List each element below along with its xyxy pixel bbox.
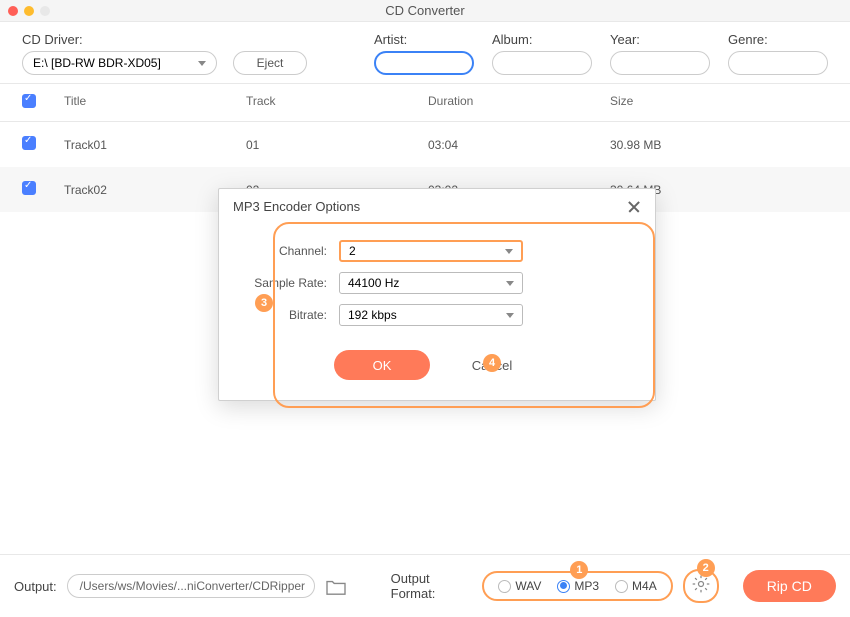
format-radio-group: 1 WAV MP3 M4A — [482, 571, 672, 601]
genre-label: Genre: — [728, 32, 828, 47]
artist-input[interactable] — [374, 51, 474, 75]
bottom-toolbar: Output: /Users/ws/Movies/...niConverter/… — [0, 554, 850, 617]
bitrate-select[interactable]: 192 kbps — [339, 304, 523, 326]
channel-select[interactable]: 2 — [339, 240, 523, 262]
window-title: CD Converter — [385, 3, 464, 18]
sample-rate-value: 44100 Hz — [348, 276, 399, 290]
window-controls — [8, 6, 50, 16]
minimize-window-icon[interactable] — [24, 6, 34, 16]
format-mp3-radio[interactable]: MP3 — [557, 579, 599, 593]
rip-cd-button[interactable]: Rip CD — [743, 570, 836, 602]
chevron-down-icon — [506, 313, 514, 318]
header-title: Title — [64, 94, 246, 111]
close-window-icon[interactable] — [8, 6, 18, 16]
year-input[interactable] — [610, 51, 710, 75]
badge-4: 4 — [483, 354, 501, 372]
channel-value: 2 — [349, 244, 356, 258]
table-row[interactable]: Track01 01 03:04 30.98 MB — [0, 122, 850, 167]
format-settings-button[interactable]: 2 — [683, 569, 719, 603]
select-all-checkbox[interactable] — [22, 94, 36, 108]
genre-input[interactable] — [728, 51, 828, 75]
header-duration: Duration — [428, 94, 610, 111]
output-path-field[interactable]: /Users/ws/Movies/...niConverter/CDRipper — [67, 574, 315, 598]
sample-rate-select[interactable]: 44100 Hz — [339, 272, 523, 294]
titlebar: CD Converter — [0, 0, 850, 22]
header-track: Track — [246, 94, 428, 111]
row-checkbox[interactable] — [22, 181, 36, 195]
cd-driver-select[interactable]: E:\ [BD-RW BDR-XD05] — [22, 51, 217, 75]
cell-size: 30.98 MB — [610, 138, 828, 152]
badge-1: 1 — [570, 561, 588, 579]
chevron-down-icon — [506, 281, 514, 286]
cell-title: Track01 — [64, 138, 246, 152]
chevron-down-icon — [198, 61, 206, 66]
encoder-options-modal: MP3 Encoder Options 3 4 Channel: 2 Sampl… — [218, 188, 656, 401]
album-label: Album: — [492, 32, 592, 47]
table-header: Title Track Duration Size — [0, 84, 850, 121]
year-label: Year: — [610, 32, 710, 47]
browse-folder-icon[interactable] — [325, 578, 345, 594]
sample-rate-label: Sample Rate: — [237, 276, 327, 290]
album-input[interactable] — [492, 51, 592, 75]
channel-label: Channel: — [237, 244, 327, 258]
format-m4a-radio[interactable]: M4A — [615, 579, 657, 593]
modal-title: MP3 Encoder Options — [233, 199, 360, 214]
output-label: Output: — [14, 579, 57, 594]
cell-duration: 03:04 — [428, 138, 610, 152]
header-size: Size — [610, 94, 828, 111]
output-path-value: /Users/ws/Movies/...niConverter/CDRipper — [80, 579, 305, 593]
ok-button[interactable]: OK — [334, 350, 430, 380]
maximize-window-icon — [40, 6, 50, 16]
eject-button[interactable]: Eject — [233, 51, 307, 75]
format-wav-radio[interactable]: WAV — [498, 579, 541, 593]
output-format-label: Output Format: — [391, 571, 473, 601]
cd-driver-value: E:\ [BD-RW BDR-XD05] — [33, 56, 161, 70]
artist-label: Artist: — [374, 32, 474, 47]
badge-3: 3 — [255, 294, 273, 312]
bitrate-label: Bitrate: — [237, 308, 327, 322]
cd-driver-label: CD Driver: — [22, 32, 312, 47]
gear-icon — [691, 574, 711, 599]
top-toolbar: CD Driver: E:\ [BD-RW BDR-XD05] Eject Ar… — [0, 22, 850, 83]
chevron-down-icon — [505, 249, 513, 254]
bitrate-value: 192 kbps — [348, 308, 397, 322]
row-checkbox[interactable] — [22, 136, 36, 150]
badge-2: 2 — [697, 559, 715, 577]
cell-track: 01 — [246, 138, 428, 152]
close-icon[interactable] — [627, 200, 641, 214]
